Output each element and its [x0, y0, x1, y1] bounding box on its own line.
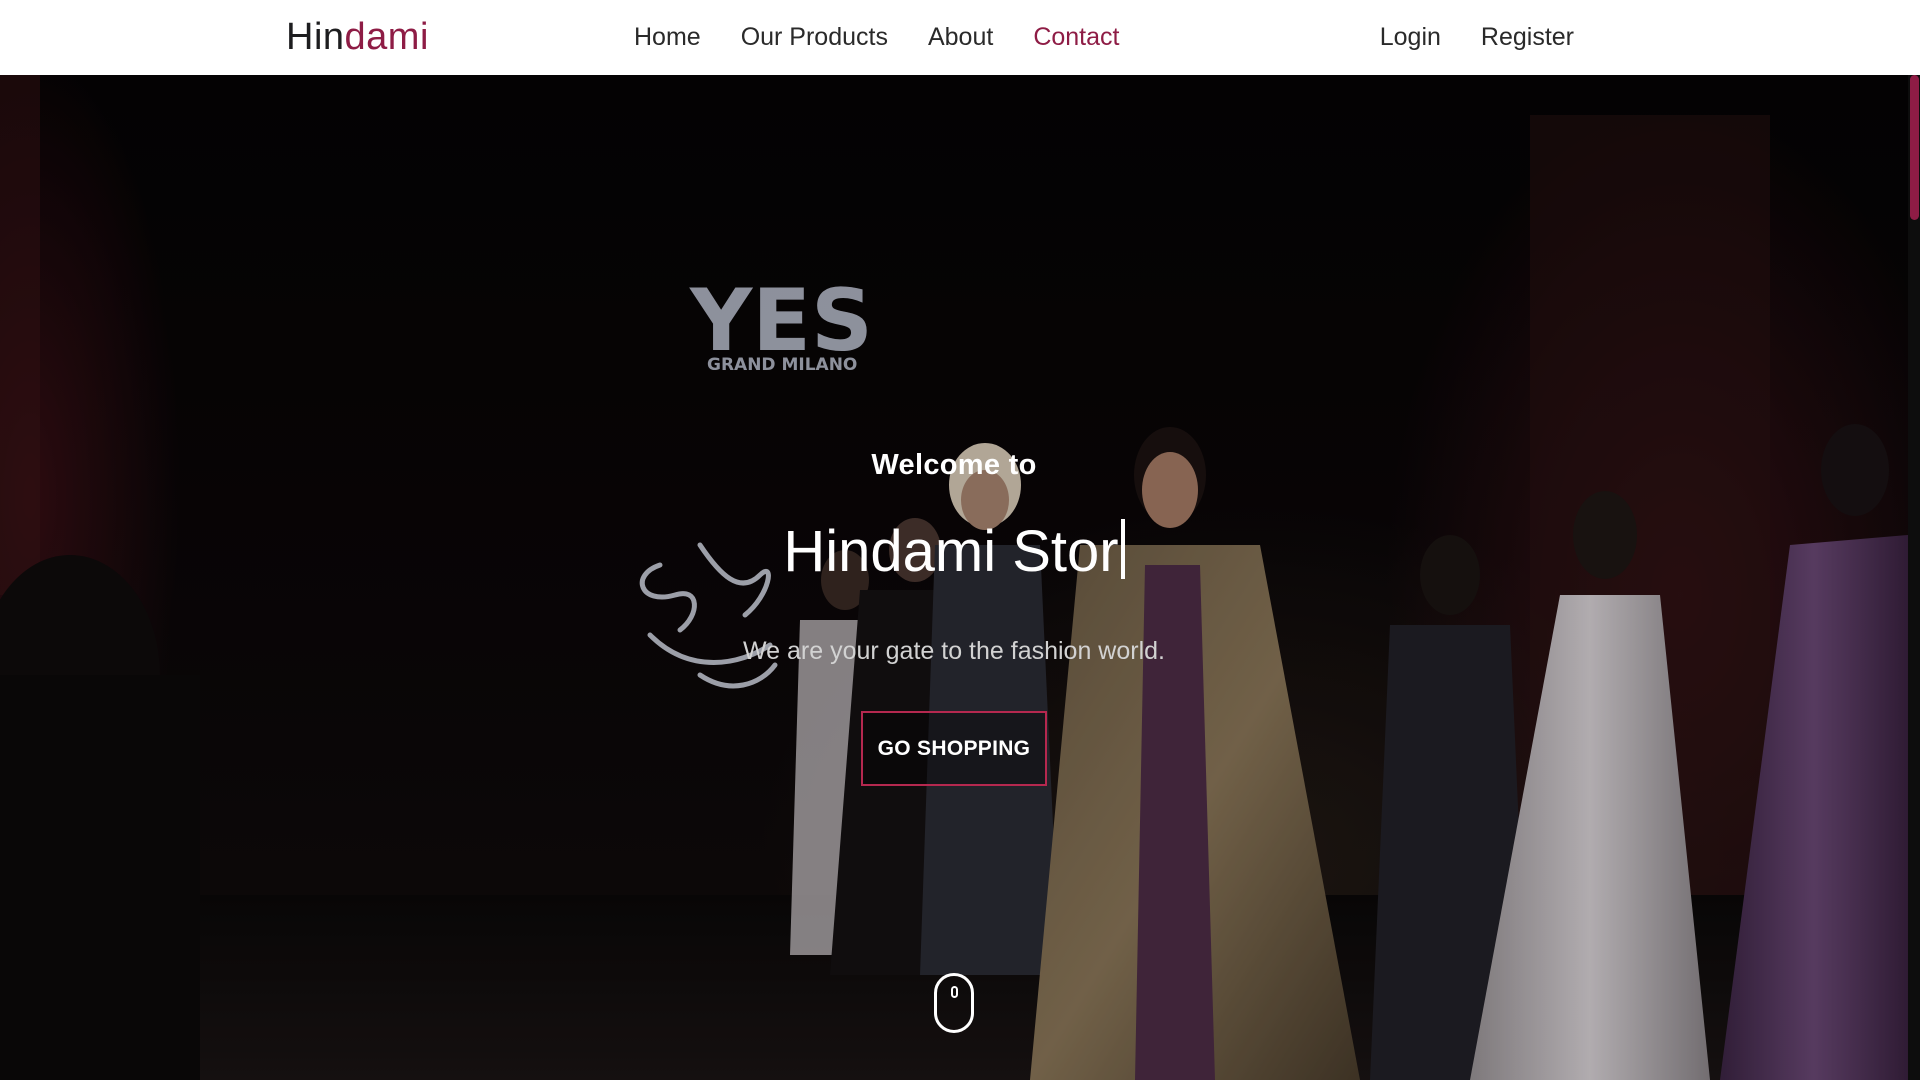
typing-caret [1120, 519, 1125, 579]
page-scrollbar[interactable] [1908, 75, 1920, 1080]
nav-link-about[interactable]: About [928, 23, 993, 52]
hero-subtitle: We are your gate to the fashion world. [743, 637, 1165, 665]
register-link[interactable]: Register [1481, 23, 1574, 52]
hero-section: YES GRAND MILANO Welcome to Hindami Stor… [0, 75, 1908, 1080]
navbar: Hindami Home Our Products About Contact … [0, 0, 1920, 75]
brand-logo-part2: dami [344, 16, 429, 58]
auth-nav: Login Register [1380, 0, 1574, 75]
hero-title: Hindami Stor [654, 517, 1254, 587]
go-shopping-button[interactable]: GO SHOPPING [861, 711, 1047, 786]
hero-welcome: Welcome to [871, 449, 1037, 481]
hero-title-text: Hindami Stor [783, 519, 1119, 584]
nav-link-home[interactable]: Home [634, 23, 701, 52]
scrollbar-thumb[interactable] [1910, 75, 1919, 220]
login-link[interactable]: Login [1380, 23, 1441, 52]
nav-link-contact[interactable]: Contact [1033, 23, 1119, 52]
nav-link-our-products[interactable]: Our Products [741, 23, 888, 52]
brand-logo[interactable]: Hindami [286, 12, 429, 62]
brand-logo-part1: Hin [286, 16, 345, 58]
hero-content: Welcome to Hindami Stor We are your gate… [654, 75, 1254, 1080]
mouse-wheel-icon [951, 986, 958, 998]
mouse-scroll-icon[interactable] [934, 973, 974, 1033]
main-nav: Home Our Products About Contact [634, 0, 1119, 75]
